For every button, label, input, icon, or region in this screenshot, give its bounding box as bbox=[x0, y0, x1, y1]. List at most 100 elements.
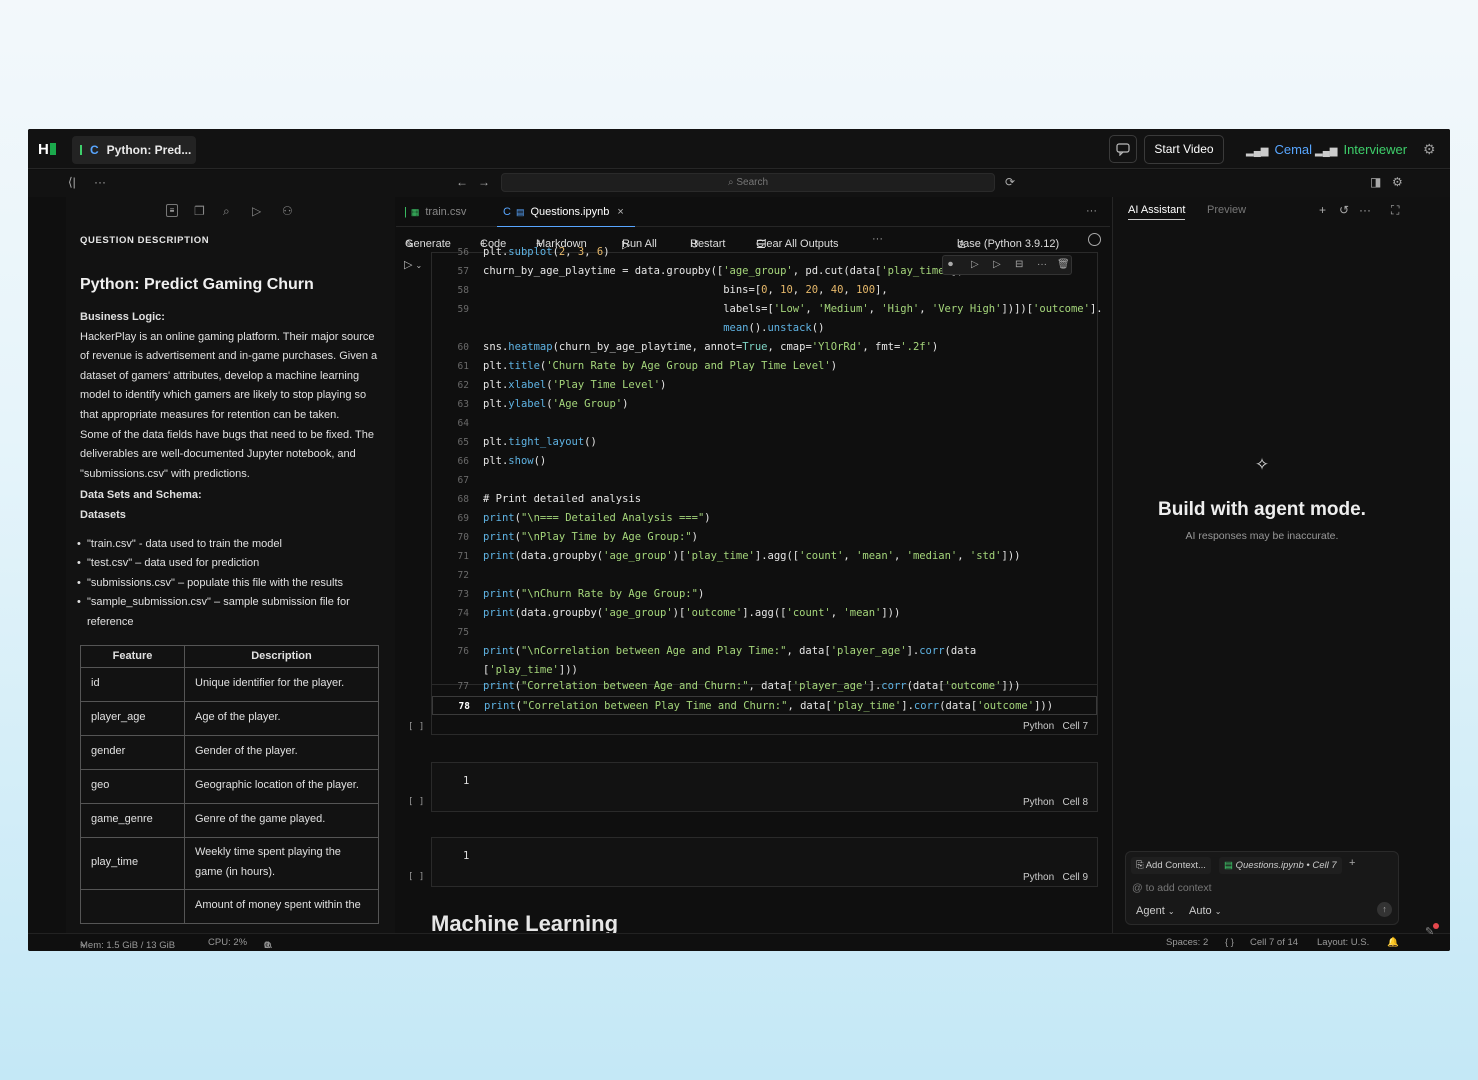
code-line: 61 plt.title('Churn Rate by Age Group and… bbox=[457, 360, 838, 372]
settings-gear-icon[interactable]: ⚙ bbox=[1423, 141, 1436, 158]
list-item: "test.csv" – data used for prediction bbox=[77, 554, 381, 574]
more-icon[interactable]: ··· bbox=[1086, 205, 1097, 217]
business-logic-label: Business Logic: bbox=[80, 311, 165, 323]
layout-settings-icon[interactable]: ⚙ bbox=[1392, 175, 1403, 189]
add-icon[interactable]: + bbox=[1349, 857, 1355, 869]
user-cemal[interactable]: ▂▄▆ Cemal bbox=[1246, 142, 1312, 157]
extensions-tab-icon[interactable]: ⚇ bbox=[282, 204, 293, 218]
notebook-file-icon: ▤ bbox=[515, 207, 525, 217]
datasets-schema-label: Data Sets and Schema: bbox=[80, 489, 202, 502]
expand-icon[interactable]: ⛶ bbox=[1391, 203, 1399, 218]
more-icon[interactable]: ··· bbox=[1359, 203, 1371, 217]
sub-bar: ⟨| ··· ← → ⌕ Search ⟳ ◨ ⚙ bbox=[28, 170, 1450, 197]
chat-input[interactable]: @ to add context bbox=[1132, 882, 1212, 894]
table-row: player_age Age of the player. bbox=[80, 700, 379, 736]
description-tab-icon[interactable]: ≡ bbox=[166, 204, 178, 217]
tab-indicator bbox=[80, 145, 82, 155]
tab-ai-assistant[interactable]: AI Assistant bbox=[1128, 204, 1186, 220]
description-cell: Weekly time spent playing the game (in h… bbox=[184, 836, 379, 890]
collapse-sidebar-icon[interactable]: ⟨| bbox=[68, 175, 76, 189]
more-icon[interactable]: ··· bbox=[1037, 259, 1047, 270]
bugs-note: Some of the data fields have bugs that n… bbox=[80, 428, 374, 480]
files-tab-icon[interactable]: ❐ bbox=[194, 204, 205, 218]
table-row: id Unique identifier for the player. bbox=[80, 666, 379, 702]
notebook-area: | ▦ train.csv C ▤ Questions.ipynb × ··· ✎ Gen… bbox=[396, 197, 1110, 933]
hackerrank-logo[interactable]: H bbox=[38, 141, 56, 158]
cell-8-exec-count: [ ] bbox=[408, 797, 425, 807]
notification-bell-icon[interactable]: 🔔 bbox=[1387, 937, 1399, 948]
code-line: 58 bins=[0, 10, 20, 40, 100], bbox=[457, 284, 888, 296]
code-line: 65 plt.tight_layout() bbox=[457, 436, 597, 448]
feature-cell: play_time bbox=[80, 836, 185, 890]
run-debug-tab-icon[interactable]: ▷ bbox=[252, 204, 261, 218]
agent-mode-select[interactable]: Agent ⌄ bbox=[1136, 905, 1175, 917]
description-cell: Amount of money spent within the bbox=[184, 888, 379, 924]
signal-icon: ▂▄▆ bbox=[1315, 146, 1338, 157]
app-window: H C Python: Pred... Start Video ▂▄▆ Cemal … bbox=[28, 129, 1450, 951]
code-line: mean().unstack() bbox=[723, 322, 825, 334]
chat-icon[interactable] bbox=[1109, 135, 1137, 163]
search-tab-icon[interactable]: ⌕ bbox=[223, 204, 230, 219]
tab-file-type: C bbox=[503, 206, 511, 218]
chevron-down-icon: ⌄ bbox=[1214, 907, 1222, 916]
search-input[interactable]: ⌕ Search bbox=[501, 173, 995, 192]
code-cell-7-tail[interactable]: 77 print("Correlation between Age and Chu… bbox=[431, 680, 1098, 735]
code-cell-9[interactable]: 1 Python Cell 9 bbox=[431, 837, 1098, 887]
table-header-row: Feature Description bbox=[80, 644, 379, 668]
run-above-icon[interactable]: ⏺ bbox=[948, 259, 953, 270]
run-below-icon[interactable]: ▷ bbox=[993, 259, 1001, 270]
list-item: "submissions.csv" – populate this file w… bbox=[77, 574, 381, 594]
chat-input-box: ⎘ Add Context... ▤ Questions.ipynb • Cel… bbox=[1125, 851, 1399, 925]
indent-spaces[interactable]: Spaces: 2 bbox=[1166, 937, 1208, 948]
back-arrow-icon[interactable]: ← bbox=[456, 175, 468, 189]
tab-python-predict[interactable]: C Python: Pred... bbox=[72, 136, 196, 164]
list-item: "train.csv" - data used to train the mod… bbox=[77, 535, 381, 555]
new-chat-icon[interactable]: + bbox=[1319, 203, 1326, 217]
forward-arrow-icon[interactable]: → bbox=[478, 175, 490, 189]
run-cell-button[interactable]: ▷ ⌄ bbox=[404, 258, 422, 271]
datasets-list: "train.csv" - data used to train the mod… bbox=[77, 535, 381, 633]
top-bar: H C Python: Pred... Start Video ▂▄▆ Cemal … bbox=[28, 129, 1450, 169]
table-row: play_time Weekly time spent playing the g… bbox=[80, 836, 379, 890]
tab-preview[interactable]: Preview bbox=[1207, 204, 1246, 216]
cell-9-footer: Python Cell 9 bbox=[1023, 872, 1089, 883]
share-screen-icon[interactable]: ⟳ bbox=[1005, 175, 1015, 189]
split-cell-icon[interactable]: ⊟ bbox=[1015, 259, 1023, 270]
description-cell: Age of the player. bbox=[184, 700, 379, 736]
tab-questions-ipynb[interactable]: C ▤ Questions.ipynb × bbox=[497, 197, 635, 227]
close-tab-icon[interactable]: × bbox=[617, 206, 623, 218]
toggle-panel-icon[interactable]: ◨ bbox=[1370, 175, 1381, 189]
agent-heading: Build with agent mode. bbox=[1158, 499, 1366, 520]
tab-title: Python: Pred... bbox=[106, 143, 192, 157]
language-mode[interactable]: { } bbox=[1225, 937, 1234, 948]
feature-cell: id bbox=[80, 666, 185, 702]
delete-cell-icon[interactable]: 🗑 bbox=[1057, 259, 1070, 270]
model-select[interactable]: Auto ⌄ bbox=[1189, 905, 1221, 917]
code-line: 76 print("\nCorrelation between Age and P… bbox=[457, 645, 977, 657]
code-line: 67 bbox=[457, 475, 469, 486]
code-cell-7[interactable]: 56 plt.subplot(2, 3, 6) 57 churn_by_age_pl… bbox=[431, 246, 1103, 685]
add-context-button[interactable]: ⎘ Add Context... bbox=[1131, 857, 1211, 874]
markdown-heading[interactable]: Machine Learning bbox=[431, 911, 618, 933]
tab-train-csv[interactable]: | ▦ train.csv bbox=[404, 197, 494, 227]
context-file-chip[interactable]: ▤ Questions.ipynb • Cell 7 bbox=[1219, 857, 1342, 874]
code-line: 62 plt.xlabel('Play Time Level') bbox=[457, 379, 667, 391]
table-row: game_genre Genre of the game played. bbox=[80, 802, 379, 838]
code-line: 73 print("\nChurn Rate by Age Group:") bbox=[457, 588, 705, 600]
code-line: 71 print(data.groupby('age_group')['play_… bbox=[457, 550, 1021, 562]
chevron-down-icon: ⌄ bbox=[415, 261, 423, 270]
line-number: 1 bbox=[463, 775, 470, 787]
user-interviewer[interactable]: ▂▄▆ Interviewer bbox=[1315, 142, 1407, 157]
more-icon[interactable]: ··· bbox=[94, 175, 106, 189]
history-icon[interactable]: ↺ bbox=[1339, 203, 1349, 217]
run-cell-icon[interactable]: ▷ bbox=[971, 259, 979, 270]
code-cell-8[interactable]: 1 Python Cell 8 bbox=[431, 762, 1098, 812]
start-video-button[interactable]: Start Video bbox=[1144, 135, 1224, 164]
keyboard-layout[interactable]: Layout: U.S. bbox=[1317, 937, 1369, 948]
table-row: Amount of money spent within the bbox=[80, 888, 379, 924]
send-button[interactable]: ↑ bbox=[1377, 902, 1392, 917]
code-line: 77 print("Correlation between Age and Chu… bbox=[457, 680, 1021, 692]
table-row: geo Geographic location of the player. bbox=[80, 768, 379, 804]
code-line: 75 bbox=[457, 627, 469, 638]
code-line: 66 plt.show() bbox=[457, 455, 547, 467]
